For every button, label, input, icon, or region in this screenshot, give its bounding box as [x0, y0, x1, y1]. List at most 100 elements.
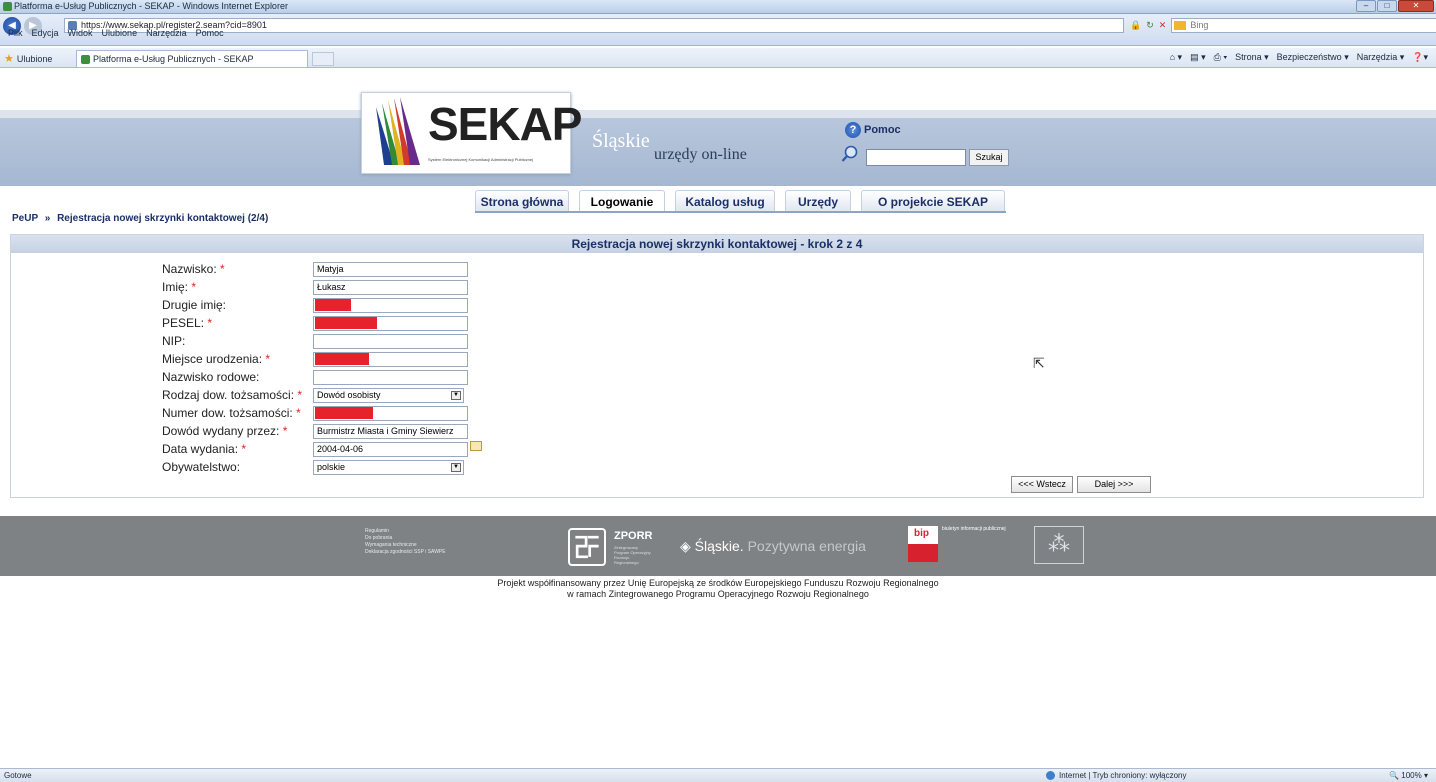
citizenship-value: polskie [317, 462, 346, 472]
zporr-label: ZPORR [614, 530, 653, 542]
label-id-type: Rodzaj dow. tożsamości: * [162, 388, 303, 402]
favorites-bar: ★ Ulubione Platforma e-Usług Publicznych… [0, 48, 1436, 68]
lock-icon[interactable]: 🔒 [1130, 20, 1141, 31]
address-tools: 🔒 ↻ ✕ Bing ⌕ [1130, 18, 1436, 33]
issue-date-input[interactable]: 2004-04-06 [313, 442, 468, 457]
zone-text: Internet | Tryb chroniony: wyłączony [1059, 771, 1187, 780]
breadcrumb: PeUP » Rejestracja nowej skrzynki kontak… [12, 213, 268, 224]
tab-home[interactable]: Strona główna [475, 190, 569, 212]
breadcrumb-separator: » [44, 213, 51, 224]
home-icon[interactable]: ⌂ ▾ [1170, 52, 1182, 63]
minimize-button[interactable]: – [1356, 0, 1376, 12]
footer-link-declaration[interactable]: Deklaracja zgodności SSP i SAWPE [365, 549, 446, 556]
redaction-mark [315, 317, 377, 329]
search-button[interactable]: Szukaj [969, 149, 1009, 166]
tab-login[interactable]: Logowanie [579, 190, 665, 212]
maiden-name-input[interactable] [313, 370, 468, 385]
bip-logo[interactable]: bip biuletyn informacji publicznej [908, 526, 1020, 562]
breadcrumb-root[interactable]: PeUP [12, 213, 38, 224]
command-page[interactable]: Strona ▾ [1235, 52, 1269, 63]
menu-item-favorites[interactable]: Ulubione [102, 28, 138, 38]
close-window-button[interactable]: ✕ [1398, 0, 1434, 12]
cofinancing-line-2: w ramach Zintegrowanego Programu Operacy… [567, 589, 869, 599]
help-menu-icon[interactable]: ❓▾ [1412, 52, 1428, 63]
zporr-logo-icon[interactable] [568, 528, 606, 566]
stop-icon[interactable]: ✕ [1159, 20, 1167, 31]
back-button[interactable]: <<< Wstecz [1011, 476, 1073, 493]
surname-input[interactable]: Matyja [313, 262, 468, 277]
menu-item-edit[interactable]: Edycja [32, 28, 59, 38]
help-icon[interactable]: ? [845, 122, 861, 138]
footer-link-terms[interactable]: Regulamin [365, 528, 446, 535]
help-link[interactable]: Pomoc [864, 124, 901, 136]
browser-search-input[interactable]: Bing [1171, 18, 1436, 33]
citizenship-select[interactable]: polskie ▼ [313, 460, 464, 475]
maximize-button[interactable]: □ [1377, 0, 1397, 12]
first-name-input[interactable]: Łukasz [313, 280, 468, 295]
label-second-name: Drugie imię: [162, 298, 227, 312]
browser-tab[interactable]: Platforma e-Usług Publicznych - SEKAP [76, 50, 308, 67]
label-id-number: Numer dow. tożsamości: * [162, 406, 301, 420]
star-icon: ★ [4, 53, 14, 65]
command-tools[interactable]: Narzędzia ▾ [1357, 52, 1405, 63]
status-text: Gotowe [4, 771, 32, 780]
logo-stripes-icon [376, 97, 420, 165]
footer-link-requirements[interactable]: Wymagania techniczne [365, 542, 446, 549]
zporr-subtitle: Zintegrowany Program Operacyjny Rozwoju … [614, 545, 651, 565]
tab-title: Platforma e-Usług Publicznych - SEKAP [93, 54, 254, 64]
slogan-urzedy: urzędy on-line [654, 146, 747, 163]
menu-item-tools[interactable]: Narzędzia [146, 28, 187, 38]
footer-links: Regulamin Do pobrania Wymagania technicz… [365, 528, 446, 556]
id-type-select[interactable]: Dowód osobisty ▼ [313, 388, 464, 403]
window-title-bar: Platforma e-Usług Publicznych - SEKAP - … [0, 0, 1436, 14]
slaskie-energy-logo[interactable]: ◈ Śląskie. Pozytywna energia [680, 538, 866, 555]
command-bar: ⌂ ▾ ▤ ▾ ⎙ ▾ Strona ▾ Bezpieczeństwo ▾ Na… [1170, 52, 1428, 63]
eu-flag-icon[interactable]: ⁂ [1034, 526, 1084, 564]
dropdown-arrow-icon[interactable]: ▼ [451, 463, 461, 472]
command-safety[interactable]: Bezpieczeństwo ▾ [1277, 52, 1349, 63]
window-title: Platforma e-Usług Publicznych - SEKAP - … [14, 1, 288, 11]
feeds-icon[interactable]: ▤ ▾ [1190, 52, 1206, 63]
address-bar-area: ◀ ▶ https://www.sekap.pl/register2.seam?… [0, 14, 1436, 46]
dropdown-arrow-icon[interactable]: ▼ [451, 391, 461, 400]
next-button[interactable]: Dalej >>> [1077, 476, 1151, 493]
footer-link-downloads[interactable]: Do pobrania [365, 535, 446, 542]
label-birthplace: Miejsce urodzenia: * [162, 352, 271, 366]
status-bar: Gotowe Internet | Tryb chroniony: wyłącz… [0, 768, 1436, 782]
tab-offices[interactable]: Urzędy [785, 190, 851, 212]
energy-label: Pozytywna energia [747, 538, 866, 554]
zoom-control[interactable]: 🔍 100% ▾ [1389, 771, 1428, 780]
window-controls: – □ ✕ [1355, 0, 1434, 13]
label-pesel: PESEL: * [162, 316, 213, 330]
search-icon [841, 145, 858, 162]
cofinancing-note: Projekt współfinansowany przez Unię Euro… [0, 578, 1436, 600]
new-tab-button[interactable] [312, 52, 334, 66]
ie-page-icon [3, 2, 12, 11]
favorites-label: Ulubione [16, 53, 53, 64]
bing-icon [1174, 21, 1187, 30]
header-top-strip [0, 110, 1436, 118]
site-search-input[interactable] [866, 149, 966, 166]
sekap-logo[interactable]: SEKAP System Elektronicznej Komunikacji … [361, 92, 582, 174]
zoom-level: 100% [1401, 771, 1422, 780]
refresh-icon[interactable]: ↻ [1146, 20, 1154, 31]
favorites-button[interactable]: ★ Ulubione [4, 52, 52, 65]
print-icon[interactable]: ⎙ ▾ [1214, 52, 1227, 63]
calendar-icon[interactable] [470, 441, 482, 451]
cofinancing-line-1: Projekt współfinansowany przez Unię Euro… [497, 578, 939, 588]
tab-about[interactable]: O projekcie SEKAP [861, 190, 1005, 212]
menu-item-file[interactable]: Plik [8, 28, 23, 38]
menu-item-view[interactable]: Widok [68, 28, 93, 38]
tab-services[interactable]: Katalog usług [675, 190, 775, 212]
label-issue-date: Data wydania: * [162, 442, 247, 456]
id-type-value: Dowód osobisty [317, 390, 381, 400]
mouse-cursor-icon: ⇱ [1033, 355, 1045, 371]
menu-bar: Plik Edycja Widok Ulubione Narzędzia Pom… [0, 26, 600, 40]
issued-by-input[interactable]: Burmistrz Miasta i Gminy Siewierz [313, 424, 468, 439]
form-heading: Rejestracja nowej skrzynki kontaktowej -… [11, 235, 1423, 253]
security-zone[interactable]: Internet | Tryb chroniony: wyłączony [1046, 771, 1186, 780]
nip-input[interactable] [313, 334, 468, 349]
logo-wordmark: SEKAP [428, 98, 582, 150]
slogan-slaskie: Śląskie [592, 130, 650, 152]
menu-item-help[interactable]: Pomoc [196, 28, 224, 38]
